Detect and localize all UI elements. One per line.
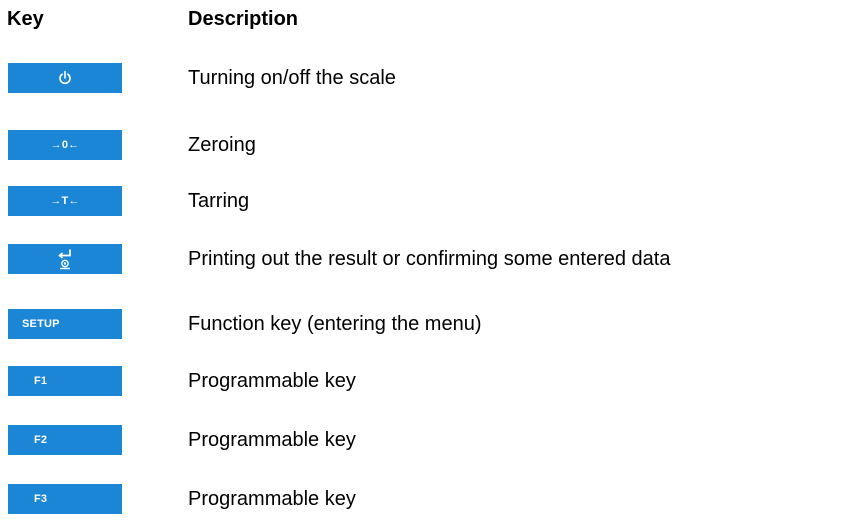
description-text: Programmable key (188, 429, 356, 451)
enter-print-icon (58, 249, 71, 270)
description-text: Zeroing (188, 134, 256, 156)
table-row-f2: F2 Programmable key (0, 425, 841, 455)
f2-key[interactable]: F2 (8, 425, 122, 455)
description-text: Function key (entering the menu) (188, 313, 482, 335)
f1-key[interactable]: F1 (8, 366, 122, 396)
table-row-f3: F3 Programmable key (0, 484, 841, 514)
description-text: Printing out the result or confirming so… (188, 248, 671, 270)
description-text: Turning on/off the scale (188, 67, 396, 89)
description-text: Tarring (188, 190, 250, 212)
enter-print-key[interactable] (8, 244, 122, 274)
table-row-setup: SETUP Function key (entering the menu) (0, 309, 841, 339)
table-row-enter: Printing out the result or confirming so… (0, 244, 841, 274)
f1-key-label: F1 (34, 375, 48, 387)
power-key[interactable] (8, 63, 122, 93)
table-row-tare: →T← Tarring (0, 186, 841, 216)
table-row-zero: →0← Zeroing (0, 130, 841, 160)
tare-key[interactable]: →T← (8, 186, 122, 216)
description-text: Programmable key (188, 488, 356, 510)
table-row-power: Turning on/off the scale (0, 63, 841, 93)
zero-key[interactable]: →0← (8, 130, 122, 160)
f2-key-label: F2 (34, 434, 48, 446)
f3-key[interactable]: F3 (8, 484, 122, 514)
power-icon (59, 70, 71, 85)
f3-key-label: F3 (34, 493, 48, 505)
tare-icon: →T← (50, 195, 80, 207)
setup-key[interactable]: SETUP (8, 309, 122, 339)
table-row-f1: F1 Programmable key (0, 366, 841, 396)
setup-key-label: SETUP (22, 318, 60, 330)
key-table: Turning on/off the scale →0← Zeroing →T←… (0, 0, 841, 521)
description-text: Programmable key (188, 370, 356, 392)
zero-icon: →0← (50, 139, 80, 151)
